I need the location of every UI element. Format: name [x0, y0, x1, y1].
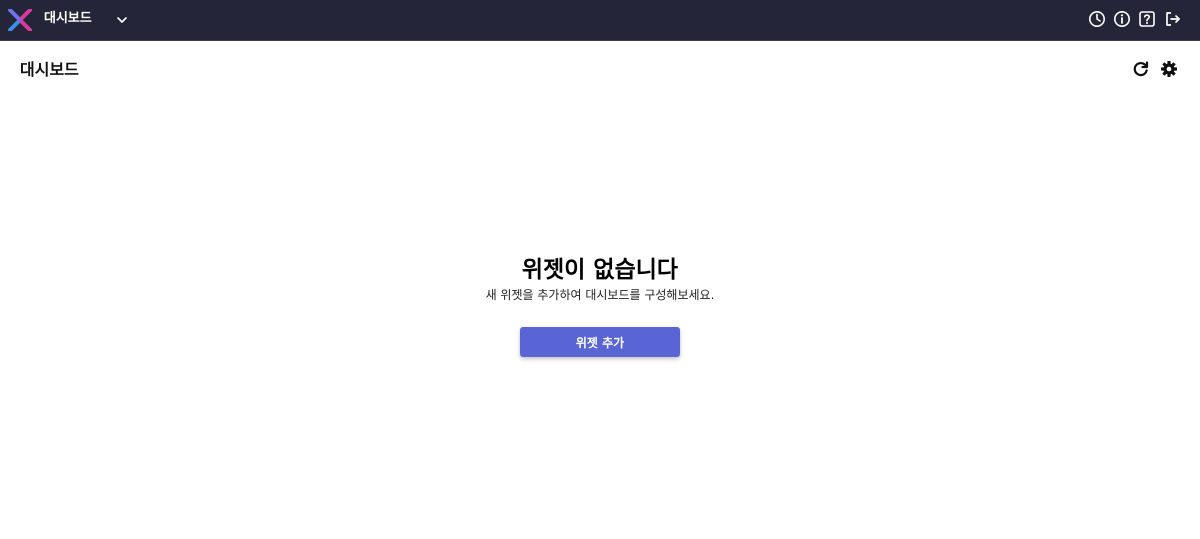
top-navigation-bar: 대시보드 — [0, 0, 1200, 41]
empty-state-title: 위젯이 없습니다 — [521, 257, 679, 283]
app-title[interactable]: 대시보드 — [44, 11, 92, 27]
clock-icon[interactable] — [1088, 10, 1106, 28]
page-title: 대시보드 — [20, 60, 79, 79]
add-widget-button[interactable]: 위젯 추가 — [520, 327, 680, 357]
logout-icon[interactable] — [1164, 10, 1182, 28]
empty-state: 위젯이 없습니다 새 위젯을 추가하여 대시보드를 구성해보세요. — [0, 255, 1200, 303]
help-icon[interactable] — [1138, 10, 1156, 28]
chevron-down-icon[interactable] — [115, 13, 129, 27]
empty-state-description: 새 위젯을 추가하여 대시보드를 구성해보세요. — [485, 288, 715, 302]
info-icon[interactable] — [1113, 10, 1131, 28]
gear-icon[interactable] — [1160, 60, 1178, 78]
refresh-icon[interactable] — [1132, 60, 1150, 78]
app-logo-icon[interactable] — [8, 9, 32, 31]
